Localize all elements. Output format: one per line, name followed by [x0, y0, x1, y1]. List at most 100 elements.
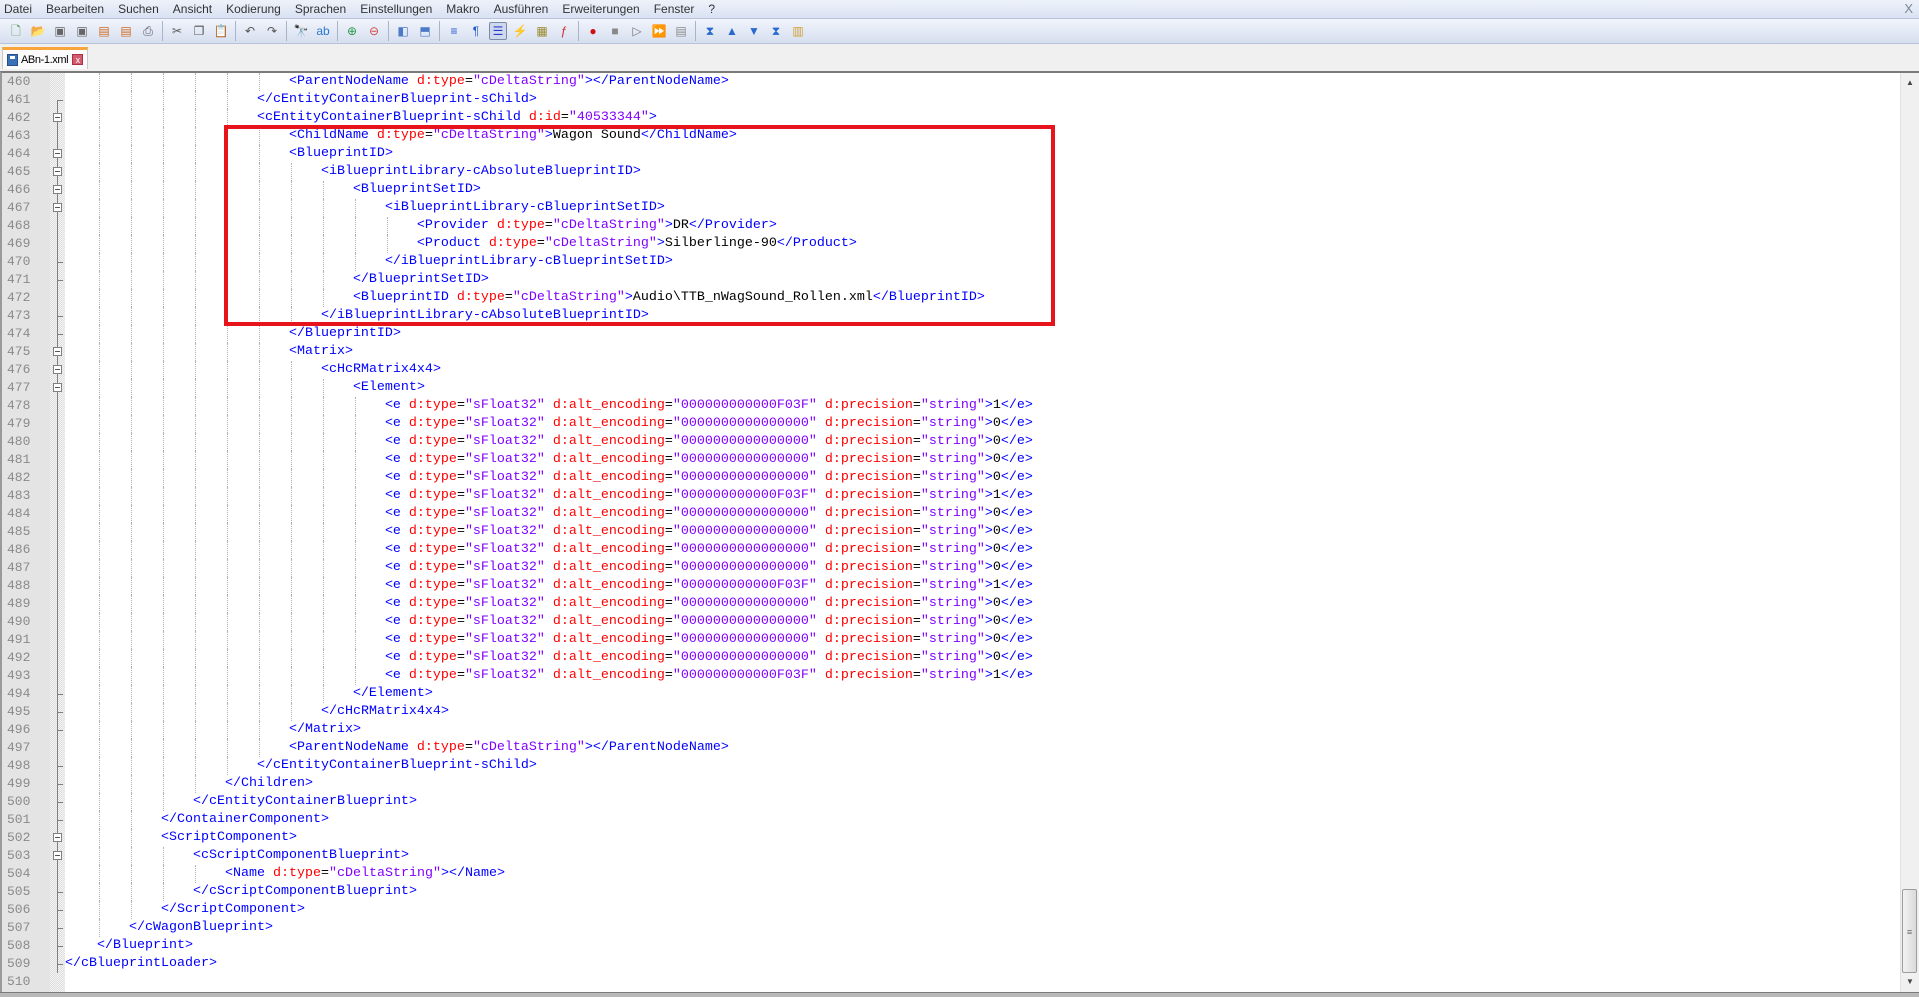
document-map-icon[interactable]: ▦: [533, 22, 551, 40]
code-line[interactable]: 488 <e d:type="sFloat32" d:alt_encoding=…: [2, 577, 1900, 595]
code-line[interactable]: 475 <Matrix>: [2, 343, 1900, 361]
code-line[interactable]: 461 </cEntityContainerBlueprint-sChild>: [2, 91, 1900, 109]
previous-icon[interactable]: ▲: [723, 22, 741, 40]
code-line[interactable]: 480 <e d:type="sFloat32" d:alt_encoding=…: [2, 433, 1900, 451]
menu-erweiterungen[interactable]: Erweiterungen: [555, 0, 646, 18]
code-line[interactable]: 499 </Children>: [2, 775, 1900, 793]
close-icon[interactable]: ▤: [95, 22, 113, 40]
code-line[interactable]: 508 </Blueprint>: [2, 937, 1900, 955]
code-line[interactable]: 487 <e d:type="sFloat32" d:alt_encoding=…: [2, 559, 1900, 577]
fold-collapse-icon[interactable]: [53, 383, 62, 392]
code-line[interactable]: 503 <cScriptComponentBlueprint>: [2, 847, 1900, 865]
code-line[interactable]: 463 <ChildName d:type="cDeltaString">Wag…: [2, 127, 1900, 145]
next-icon[interactable]: ▼: [745, 22, 763, 40]
code-line[interactable]: 486 <e d:type="sFloat32" d:alt_encoding=…: [2, 541, 1900, 559]
find-icon[interactable]: 🔭: [292, 22, 310, 40]
cut-icon[interactable]: ✂: [168, 22, 186, 40]
save-icon[interactable]: ▣: [51, 22, 69, 40]
open-file-icon[interactable]: 📂: [29, 22, 47, 40]
close-all-icon[interactable]: ▤: [117, 22, 135, 40]
menu-ansicht[interactable]: Ansicht: [166, 0, 219, 18]
zoom-in-icon[interactable]: ⊕: [343, 22, 361, 40]
show-all-characters-icon[interactable]: ¶: [467, 22, 485, 40]
code-line[interactable]: 484 <e d:type="sFloat32" d:alt_encoding=…: [2, 505, 1900, 523]
code-line[interactable]: 505 </cScriptComponentBlueprint>: [2, 883, 1900, 901]
user-defined-language-icon[interactable]: ⚡: [511, 22, 529, 40]
close-tab-icon[interactable]: x: [72, 54, 84, 65]
code-line[interactable]: 472 <BlueprintID d:type="cDeltaString">A…: [2, 289, 1900, 307]
redo-icon[interactable]: ↷: [263, 22, 281, 40]
first-icon[interactable]: ⧗: [701, 22, 719, 40]
fold-collapse-icon[interactable]: [53, 365, 62, 374]
code-line[interactable]: 500 </cEntityContainerBlueprint>: [2, 793, 1900, 811]
scroll-up-arrow-icon[interactable]: ▲: [1901, 75, 1919, 91]
code-line[interactable]: 498 </cEntityContainerBlueprint-sChild>: [2, 757, 1900, 775]
undo-icon[interactable]: ↶: [241, 22, 259, 40]
code-line[interactable]: 510: [2, 973, 1900, 991]
code-line[interactable]: 504 <Name d:type="cDeltaString"></Name>: [2, 865, 1900, 883]
fold-collapse-icon[interactable]: [53, 203, 62, 212]
code-line[interactable]: 481 <e d:type="sFloat32" d:alt_encoding=…: [2, 451, 1900, 469]
vertical-scrollbar[interactable]: ▲ ≡ ▼: [1900, 73, 1919, 992]
code-line[interactable]: 501 </ContainerComponent>: [2, 811, 1900, 829]
print-icon[interactable]: ⎙: [139, 22, 157, 40]
code-line[interactable]: 492 <e d:type="sFloat32" d:alt_encoding=…: [2, 649, 1900, 667]
editor[interactable]: 460 <ParentNodeName d:type="cDeltaString…: [0, 71, 1919, 992]
zoom-out-icon[interactable]: ⊖: [365, 22, 383, 40]
copy-icon[interactable]: ❐: [190, 22, 208, 40]
menu-einstellungen[interactable]: Einstellungen: [353, 0, 439, 18]
new-file-icon[interactable]: 🗋: [7, 22, 25, 40]
code-line[interactable]: 474 </BlueprintID>: [2, 325, 1900, 343]
code-line[interactable]: 471 </BlueprintSetID>: [2, 271, 1900, 289]
menu-kodierung[interactable]: Kodierung: [219, 0, 288, 18]
code-line[interactable]: 460 <ParentNodeName d:type="cDeltaString…: [2, 73, 1900, 91]
sync-vertical-icon[interactable]: ◧: [394, 22, 412, 40]
paste-icon[interactable]: 📋: [212, 22, 230, 40]
code-line[interactable]: 462 <cEntityContainerBlueprint-sChild d:…: [2, 109, 1900, 127]
code-line[interactable]: 507 </cWagonBlueprint>: [2, 919, 1900, 937]
playback-macro-icon[interactable]: ▷: [628, 22, 646, 40]
code-line[interactable]: 502 <ScriptComponent>: [2, 829, 1900, 847]
code-line[interactable]: 476 <cHcRMatrix4x4>: [2, 361, 1900, 379]
fold-collapse-icon[interactable]: [53, 167, 62, 176]
code-line[interactable]: 470 </iBlueprintLibrary-cBlueprintSetID>: [2, 253, 1900, 271]
code-line[interactable]: 479 <e d:type="sFloat32" d:alt_encoding=…: [2, 415, 1900, 433]
code-line[interactable]: 506 </ScriptComponent>: [2, 901, 1900, 919]
code-line[interactable]: 493 <e d:type="sFloat32" d:alt_encoding=…: [2, 667, 1900, 685]
code-line[interactable]: 509 </cBlueprintLoader>: [2, 955, 1900, 973]
code-line[interactable]: 477 <Element>: [2, 379, 1900, 397]
stop-recording-icon[interactable]: ■: [606, 22, 624, 40]
tab-abn-1-xml[interactable]: ABn-1.xml x: [2, 47, 88, 69]
word-wrap-icon[interactable]: ≡: [445, 22, 463, 40]
sync-horizontal-icon[interactable]: ⬒: [416, 22, 434, 40]
code-line[interactable]: 464 <BlueprintID>: [2, 145, 1900, 163]
scroll-down-arrow-icon[interactable]: ▼: [1901, 974, 1919, 990]
code-line[interactable]: 496 </Matrix>: [2, 721, 1900, 739]
code-line[interactable]: 485 <e d:type="sFloat32" d:alt_encoding=…: [2, 523, 1900, 541]
run-macro-multiple-icon[interactable]: ⏩: [650, 22, 668, 40]
code-line[interactable]: 473 </iBlueprintLibrary-cAbsoluteBluepri…: [2, 307, 1900, 325]
menu-help[interactable]: ?: [701, 0, 722, 18]
code-line[interactable]: 483 <e d:type="sFloat32" d:alt_encoding=…: [2, 487, 1900, 505]
record-macro-icon[interactable]: ●: [584, 22, 602, 40]
scrollbar-thumb[interactable]: ≡: [1902, 889, 1917, 973]
menu-datei[interactable]: Datei: [0, 0, 39, 18]
menu-fenster[interactable]: Fenster: [647, 0, 702, 18]
code-line[interactable]: 491 <e d:type="sFloat32" d:alt_encoding=…: [2, 631, 1900, 649]
fold-collapse-icon[interactable]: [53, 185, 62, 194]
last-icon[interactable]: ⧗: [767, 22, 785, 40]
plugin-icon[interactable]: ▥: [789, 22, 807, 40]
code-line[interactable]: 482 <e d:type="sFloat32" d:alt_encoding=…: [2, 469, 1900, 487]
menu-bearbeiten[interactable]: Bearbeiten: [39, 0, 111, 18]
save-all-icon[interactable]: ▣: [73, 22, 91, 40]
code-line[interactable]: 489 <e d:type="sFloat32" d:alt_encoding=…: [2, 595, 1900, 613]
code-line[interactable]: 465 <iBlueprintLibrary-cAbsoluteBlueprin…: [2, 163, 1900, 181]
code-line[interactable]: 497 <ParentNodeName d:type="cDeltaString…: [2, 739, 1900, 757]
menu-makro[interactable]: Makro: [439, 0, 486, 18]
code-line[interactable]: 467 <iBlueprintLibrary-cBlueprintSetID>: [2, 199, 1900, 217]
menu-suchen[interactable]: Suchen: [111, 0, 166, 18]
fold-collapse-icon[interactable]: [53, 347, 62, 356]
code-line[interactable]: 468 <Provider d:type="cDeltaString">DR</…: [2, 217, 1900, 235]
replace-icon[interactable]: ab: [314, 22, 332, 40]
indent-guide-icon[interactable]: ☰: [489, 22, 507, 40]
